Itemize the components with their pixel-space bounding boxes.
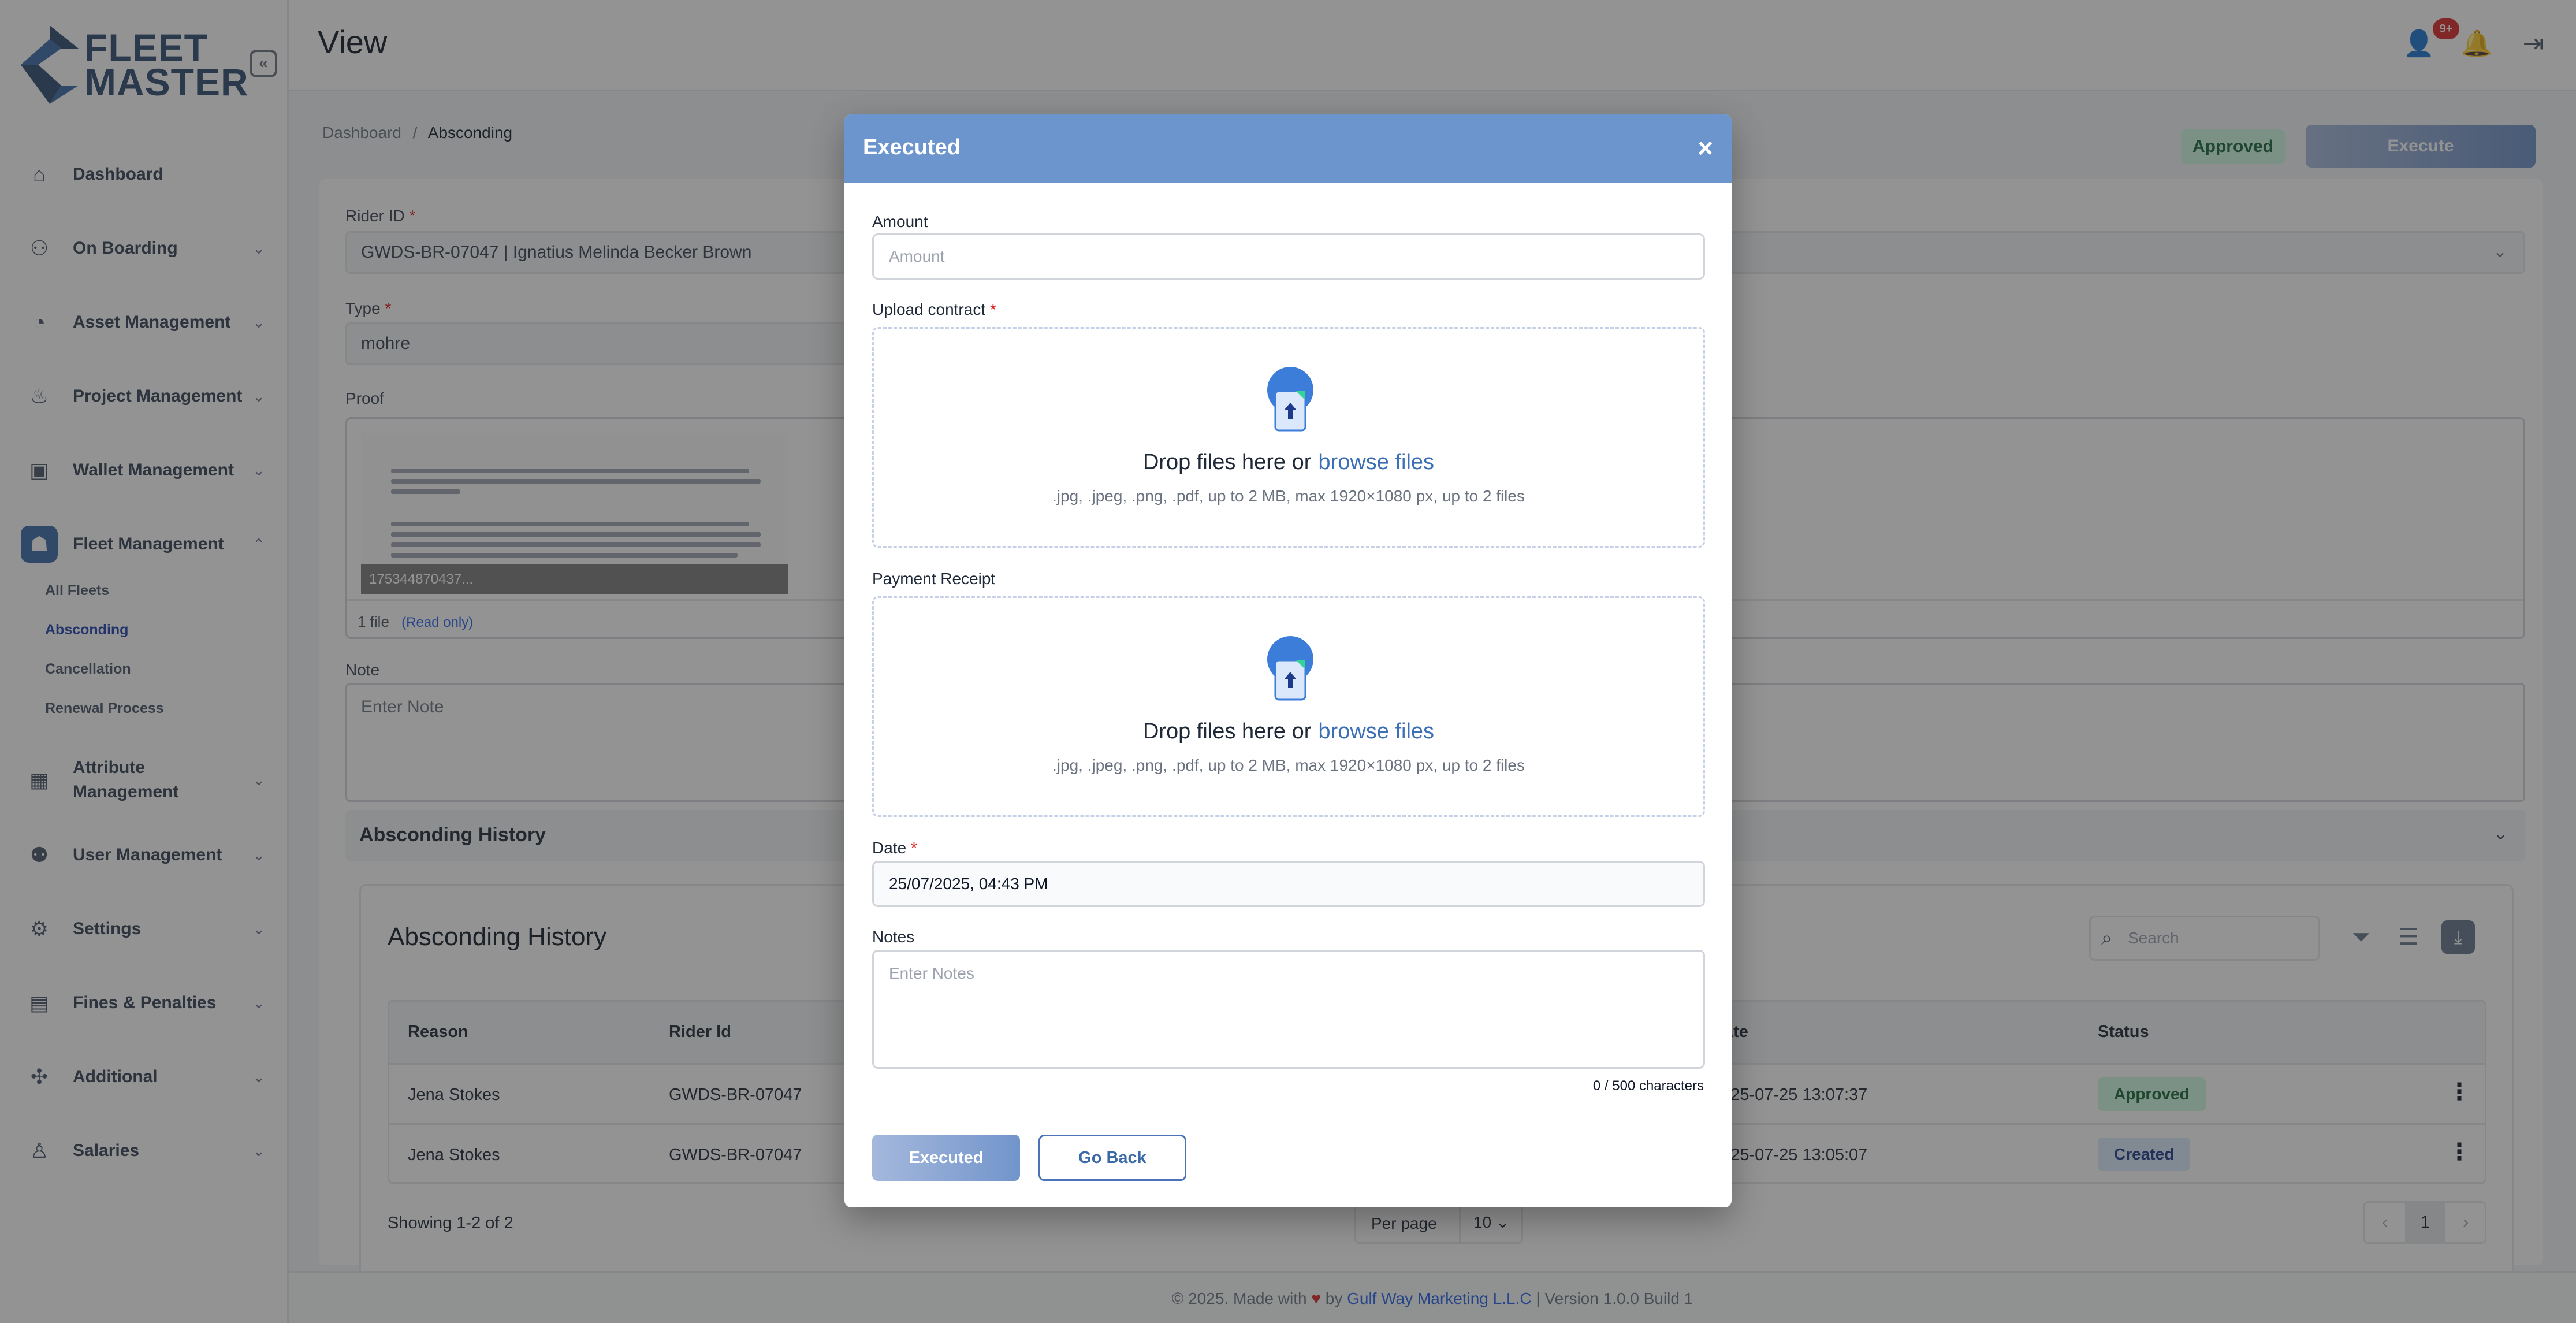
cloud-upload-icon bbox=[1267, 367, 1313, 432]
date-input[interactable]: 25/07/2025, 04:43 PM bbox=[872, 861, 1705, 907]
cloud-upload-icon bbox=[1267, 636, 1313, 701]
payment-receipt-dropzone[interactable]: Drop files here or browse files .jpg, .jp… bbox=[872, 596, 1705, 817]
upload-hint: .jpg, .jpeg, .png, .pdf, up to 2 MB, max… bbox=[1052, 487, 1525, 505]
browse-files-link[interactable]: browse files bbox=[1318, 719, 1434, 744]
modal-header: Executed × bbox=[844, 114, 1732, 183]
executed-submit-button[interactable]: Executed bbox=[872, 1135, 1020, 1181]
upload-hint: .jpg, .jpeg, .png, .pdf, up to 2 MB, max… bbox=[1052, 756, 1525, 774]
payment-receipt-label: Payment Receipt bbox=[872, 570, 996, 588]
drop-text: Drop files here or bbox=[1142, 450, 1312, 474]
notes-label: Notes bbox=[872, 928, 915, 946]
modal-title: Executed bbox=[863, 135, 961, 159]
go-back-button[interactable]: Go Back bbox=[1038, 1135, 1186, 1181]
notes-char-counter: 0 / 500 characters bbox=[1592, 1078, 1704, 1094]
upload-contract-label: Upload contract * bbox=[872, 300, 996, 318]
browse-files-link[interactable]: browse files bbox=[1318, 450, 1434, 474]
drop-text: Drop files here or bbox=[1142, 719, 1312, 744]
executed-modal: Executed × Amount Amount Upload contract… bbox=[844, 114, 1732, 1207]
notes-textarea[interactable]: Enter Notes bbox=[872, 950, 1705, 1069]
amount-input[interactable]: Amount bbox=[872, 233, 1705, 280]
upload-contract-dropzone[interactable]: Drop files here or browse files .jpg, .jp… bbox=[872, 327, 1705, 548]
amount-label: Amount bbox=[872, 213, 928, 231]
close-icon[interactable]: × bbox=[1698, 133, 1713, 163]
date-label: Date * bbox=[872, 839, 917, 857]
